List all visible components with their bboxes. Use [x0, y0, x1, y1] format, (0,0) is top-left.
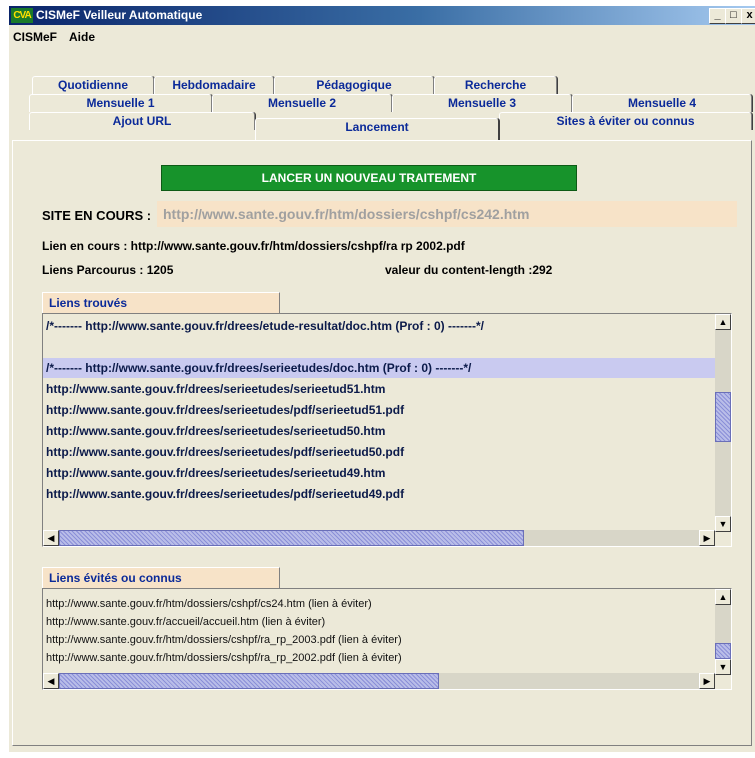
list-item[interactable]: http://www.sante.gouv.fr/drees/serieetud…: [43, 379, 385, 399]
links-visited-text: Liens Parcourus : 1205: [42, 263, 174, 277]
tab-hebdomadaire[interactable]: Hebdomadaire: [154, 76, 274, 94]
tab-mensuelle-1[interactable]: Mensuelle 1: [29, 94, 212, 112]
list-item[interactable]: http://www.sante.gouv.fr/drees/serieetud…: [43, 400, 404, 420]
avoided-vscroll-thumb[interactable]: [715, 643, 731, 659]
found-horizontal-scrollbar[interactable]: ◀ ▶: [43, 530, 715, 546]
tab-pedagogique[interactable]: Pédagogique: [274, 76, 434, 94]
scroll-up-icon[interactable]: ▲: [715, 314, 731, 330]
found-vscroll-thumb[interactable]: [715, 392, 731, 442]
list-item[interactable]: http://www.sante.gouv.fr/htm/dossiers/cs…: [43, 595, 372, 613]
scroll-down-icon[interactable]: ▼: [715, 659, 731, 675]
window-title: CISMeF Veilleur Automatique: [36, 8, 203, 22]
maximize-button[interactable]: □: [725, 8, 742, 24]
tab-sites-a-eviter[interactable]: Sites à éviter ou connus: [499, 112, 752, 130]
content-length-text: valeur du content-length :292: [385, 263, 553, 277]
site-label: SITE EN COURS :: [42, 208, 152, 223]
avoided-horizontal-scrollbar[interactable]: ◀ ▶: [43, 673, 715, 689]
scroll-right-icon[interactable]: ▶: [699, 530, 715, 546]
title-bar[interactable]: CVA CISMeF Veilleur Automatique _ □ x: [9, 6, 755, 25]
list-item-selected[interactable]: /*------- http://www.sante.gouv.fr/drees…: [43, 358, 715, 378]
current-link-text: Lien en cours : http://www.sante.gouv.fr…: [42, 239, 465, 253]
app-window: CVA CISMeF Veilleur Automatique _ □ x CI…: [8, 6, 755, 752]
list-item[interactable]: http://www.sante.gouv.fr/drees/serieetud…: [43, 421, 385, 441]
scroll-left-icon[interactable]: ◀: [43, 673, 59, 689]
avoided-links-list[interactable]: http://www.sante.gouv.fr/htm/dossiers/cs…: [42, 588, 732, 690]
app-logo-icon: CVA: [11, 8, 33, 23]
list-item[interactable]: http://www.sante.gouv.fr/drees/serieetud…: [43, 484, 404, 504]
list-item[interactable]: http://www.sante.gouv.fr/drees/serieetud…: [43, 442, 404, 462]
list-item[interactable]: http://www.sante.gouv.fr/accueil/accueil…: [43, 613, 325, 631]
minimize-button[interactable]: _: [709, 8, 726, 24]
tab-quotidienne[interactable]: Quotidienne: [32, 76, 154, 94]
menu-cismef[interactable]: CISMeF: [13, 30, 57, 44]
avoided-vertical-scrollbar[interactable]: ▲ ▼: [715, 589, 731, 675]
tab-lancement[interactable]: Lancement: [255, 118, 499, 140]
list-item[interactable]: http://www.sante.gouv.fr/htm/dossiers/cs…: [43, 649, 402, 667]
list-item[interactable]: /*------- http://www.sante.gouv.fr/drees…: [43, 316, 484, 336]
menu-bar: CISMeF Aide: [9, 26, 755, 48]
scroll-down-icon[interactable]: ▼: [715, 516, 731, 532]
list-item[interactable]: [43, 336, 46, 356]
close-button[interactable]: x: [741, 8, 755, 24]
list-item[interactable]: http://www.sante.gouv.fr/drees/serieetud…: [43, 463, 385, 483]
menu-aide[interactable]: Aide: [69, 30, 95, 44]
found-links-list[interactable]: /*------- http://www.sante.gouv.fr/drees…: [42, 313, 732, 547]
avoided-links-label: Liens évités ou connus: [42, 567, 280, 589]
tab-mensuelle-3[interactable]: Mensuelle 3: [392, 94, 572, 112]
scroll-right-icon[interactable]: ▶: [699, 673, 715, 689]
found-hscroll-thumb[interactable]: [59, 530, 524, 546]
tab-mensuelle-2[interactable]: Mensuelle 2: [212, 94, 392, 112]
scroll-left-icon[interactable]: ◀: [43, 530, 59, 546]
found-links-label: Liens trouvés: [42, 292, 280, 314]
launch-new-process-button[interactable]: LANCER UN NOUVEAU TRAITEMENT: [161, 165, 577, 191]
tab-ajout-url[interactable]: Ajout URL: [29, 112, 255, 130]
avoided-hscroll-thumb[interactable]: [59, 673, 439, 689]
list-item[interactable]: http://www.sante.gouv.fr/htm/dossiers/cs…: [43, 631, 402, 649]
scroll-up-icon[interactable]: ▲: [715, 589, 731, 605]
tab-recherche[interactable]: Recherche: [434, 76, 557, 94]
found-vertical-scrollbar[interactable]: ▲ ▼: [715, 314, 731, 532]
tab-mensuelle-4[interactable]: Mensuelle 4: [572, 94, 752, 112]
site-current-field: http://www.sante.gouv.fr/htm/dossiers/cs…: [157, 201, 737, 227]
